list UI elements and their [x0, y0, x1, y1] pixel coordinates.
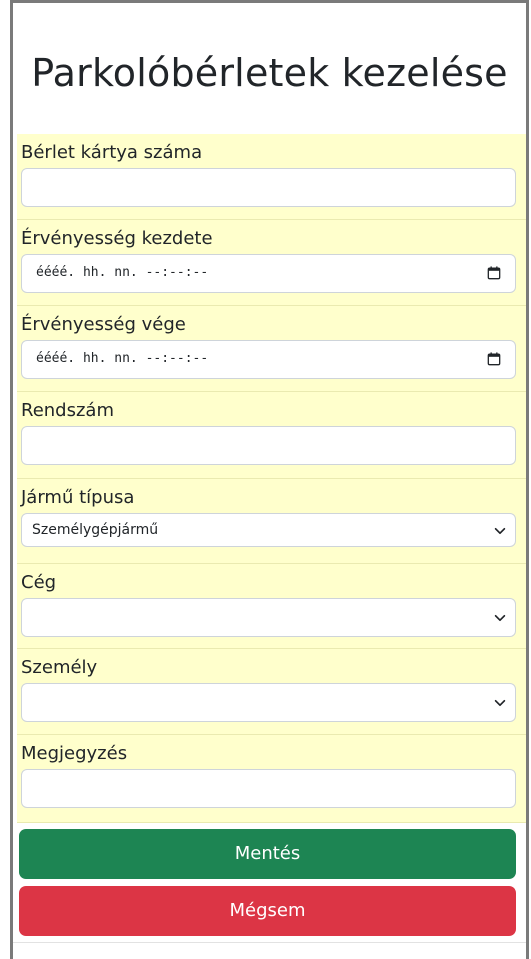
pass-form: Bérlet kártya száma Érvényesség kezdete …	[17, 134, 526, 936]
save-button[interactable]: Mentés	[19, 829, 516, 879]
card-number-input[interactable]	[21, 168, 516, 207]
company-select[interactable]	[21, 598, 516, 637]
plate-group: Rendszám	[17, 392, 526, 479]
valid-from-value: éééé. hh. nn. --:--:--	[36, 265, 209, 280]
note-label: Megjegyzés	[21, 743, 128, 764]
app-window: Parkolóbérletek kezelése Bérlet kártya s…	[10, 0, 529, 959]
chevron-down-icon	[494, 614, 506, 622]
chevron-down-icon	[494, 527, 506, 535]
valid-to-label: Érvényesség vége	[21, 314, 186, 335]
page-title: Parkolóbérletek kezelése	[31, 51, 508, 95]
calendar-icon[interactable]	[487, 352, 501, 366]
plate-input[interactable]	[21, 426, 516, 465]
cancel-button[interactable]: Mégsem	[19, 886, 516, 936]
valid-to-value: éééé. hh. nn. --:--:--	[36, 351, 209, 366]
company-group: Cég	[17, 564, 526, 649]
valid-from-input[interactable]: éééé. hh. nn. --:--:--	[21, 254, 516, 293]
valid-to-group: Érvényesség vége éééé. hh. nn. --:--:--	[17, 306, 526, 392]
plate-label: Rendszám	[21, 400, 114, 421]
company-label: Cég	[21, 572, 57, 593]
vehicle-type-select[interactable]: Személygépjármű	[21, 513, 516, 547]
note-group: Megjegyzés	[17, 735, 526, 823]
valid-to-input[interactable]: éééé. hh. nn. --:--:--	[21, 340, 516, 379]
chevron-down-icon	[494, 699, 506, 707]
valid-from-label: Érvényesség kezdete	[21, 228, 213, 249]
vehicle-type-value: Személygépjármű	[32, 522, 159, 538]
note-input[interactable]	[21, 769, 516, 808]
person-select[interactable]	[21, 683, 516, 722]
card-number-label: Bérlet kártya száma	[21, 142, 203, 163]
divider	[13, 942, 526, 943]
person-label: Személy	[21, 657, 98, 678]
vehicle-type-label: Jármű típusa	[21, 487, 135, 508]
valid-from-group: Érvényesség kezdete éééé. hh. nn. --:--:…	[17, 220, 526, 306]
person-group: Személy	[17, 649, 526, 735]
vehicle-type-group: Jármű típusa Személygépjármű	[17, 479, 526, 564]
calendar-icon[interactable]	[487, 266, 501, 280]
card-number-group: Bérlet kártya száma	[17, 134, 526, 220]
